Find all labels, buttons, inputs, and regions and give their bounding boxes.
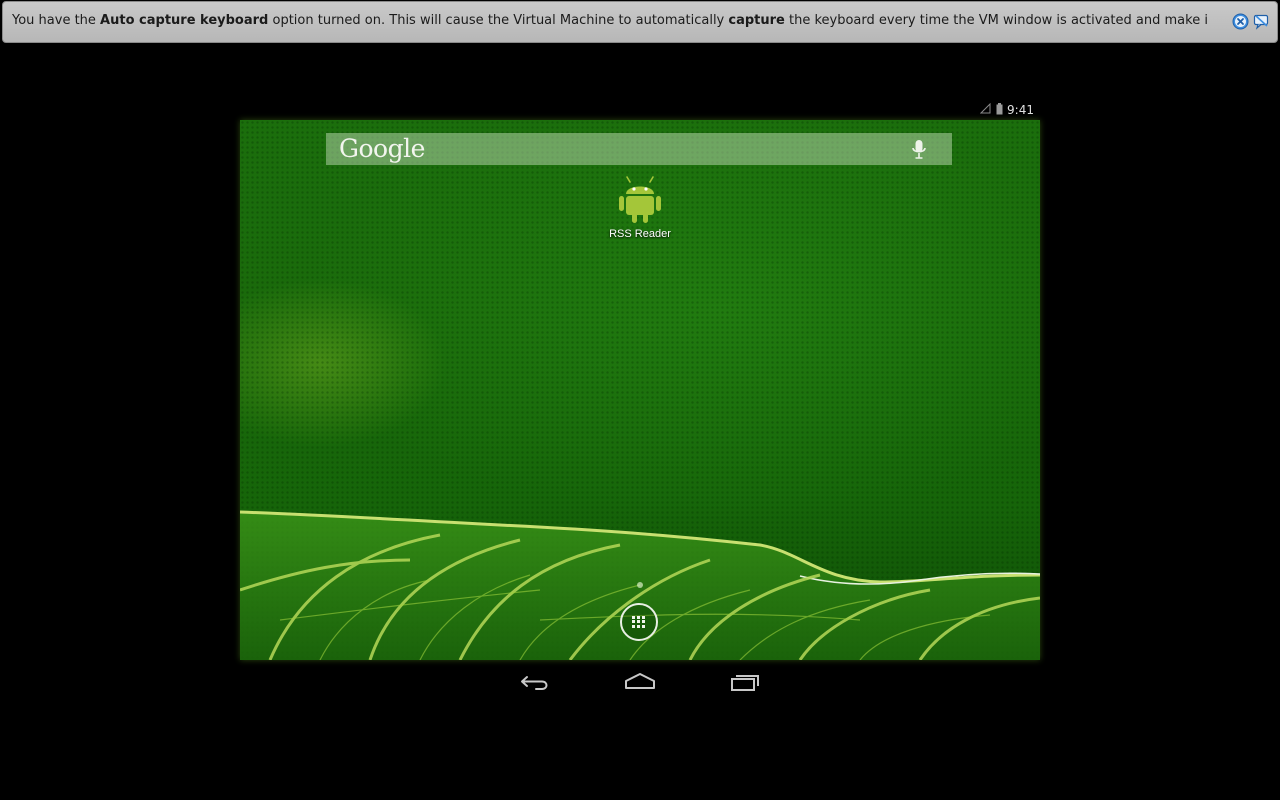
notification-bold-text: capture (728, 13, 785, 28)
vm-window: You have the Auto capture keyboard optio… (0, 0, 1280, 800)
notification-text: You have the (12, 13, 101, 28)
app-label: RSS Reader (609, 228, 671, 240)
signal-icon (980, 103, 991, 114)
do-not-show-again-icon (1253, 14, 1269, 30)
google-search-bar[interactable]: Google (326, 133, 952, 165)
notification-text: the keyboard every time the VM window is… (789, 13, 1207, 28)
android-home-screen[interactable]: Google RSS Reader (240, 120, 1040, 660)
android-icon (619, 176, 661, 223)
page-indicator (637, 582, 643, 588)
close-notification-button[interactable] (1232, 13, 1249, 30)
recents-icon[interactable] (724, 670, 764, 694)
google-logo: Google (339, 134, 425, 163)
do-not-show-again-button[interactable] (1253, 13, 1270, 30)
notification-bold-text: Auto capture keyboard (100, 13, 269, 28)
battery-icon (996, 103, 1003, 115)
notification-message: You have the Auto capture keyboard optio… (12, 13, 1207, 29)
status-time: 9:41 (1007, 103, 1034, 117)
all-apps-icon (632, 616, 646, 628)
close-circle-icon (1232, 13, 1249, 30)
microphone-icon[interactable] (910, 138, 928, 162)
android-status-bar: 9:41 (960, 101, 1040, 119)
rss-reader-app-icon[interactable]: RSS Reader (600, 176, 680, 246)
auto-capture-notification: You have the Auto capture keyboard optio… (2, 1, 1278, 43)
back-icon[interactable] (516, 670, 556, 694)
all-apps-button[interactable] (620, 603, 658, 641)
home-icon[interactable] (620, 670, 660, 694)
notification-text: option turned on. This will cause the Vi… (268, 13, 729, 28)
